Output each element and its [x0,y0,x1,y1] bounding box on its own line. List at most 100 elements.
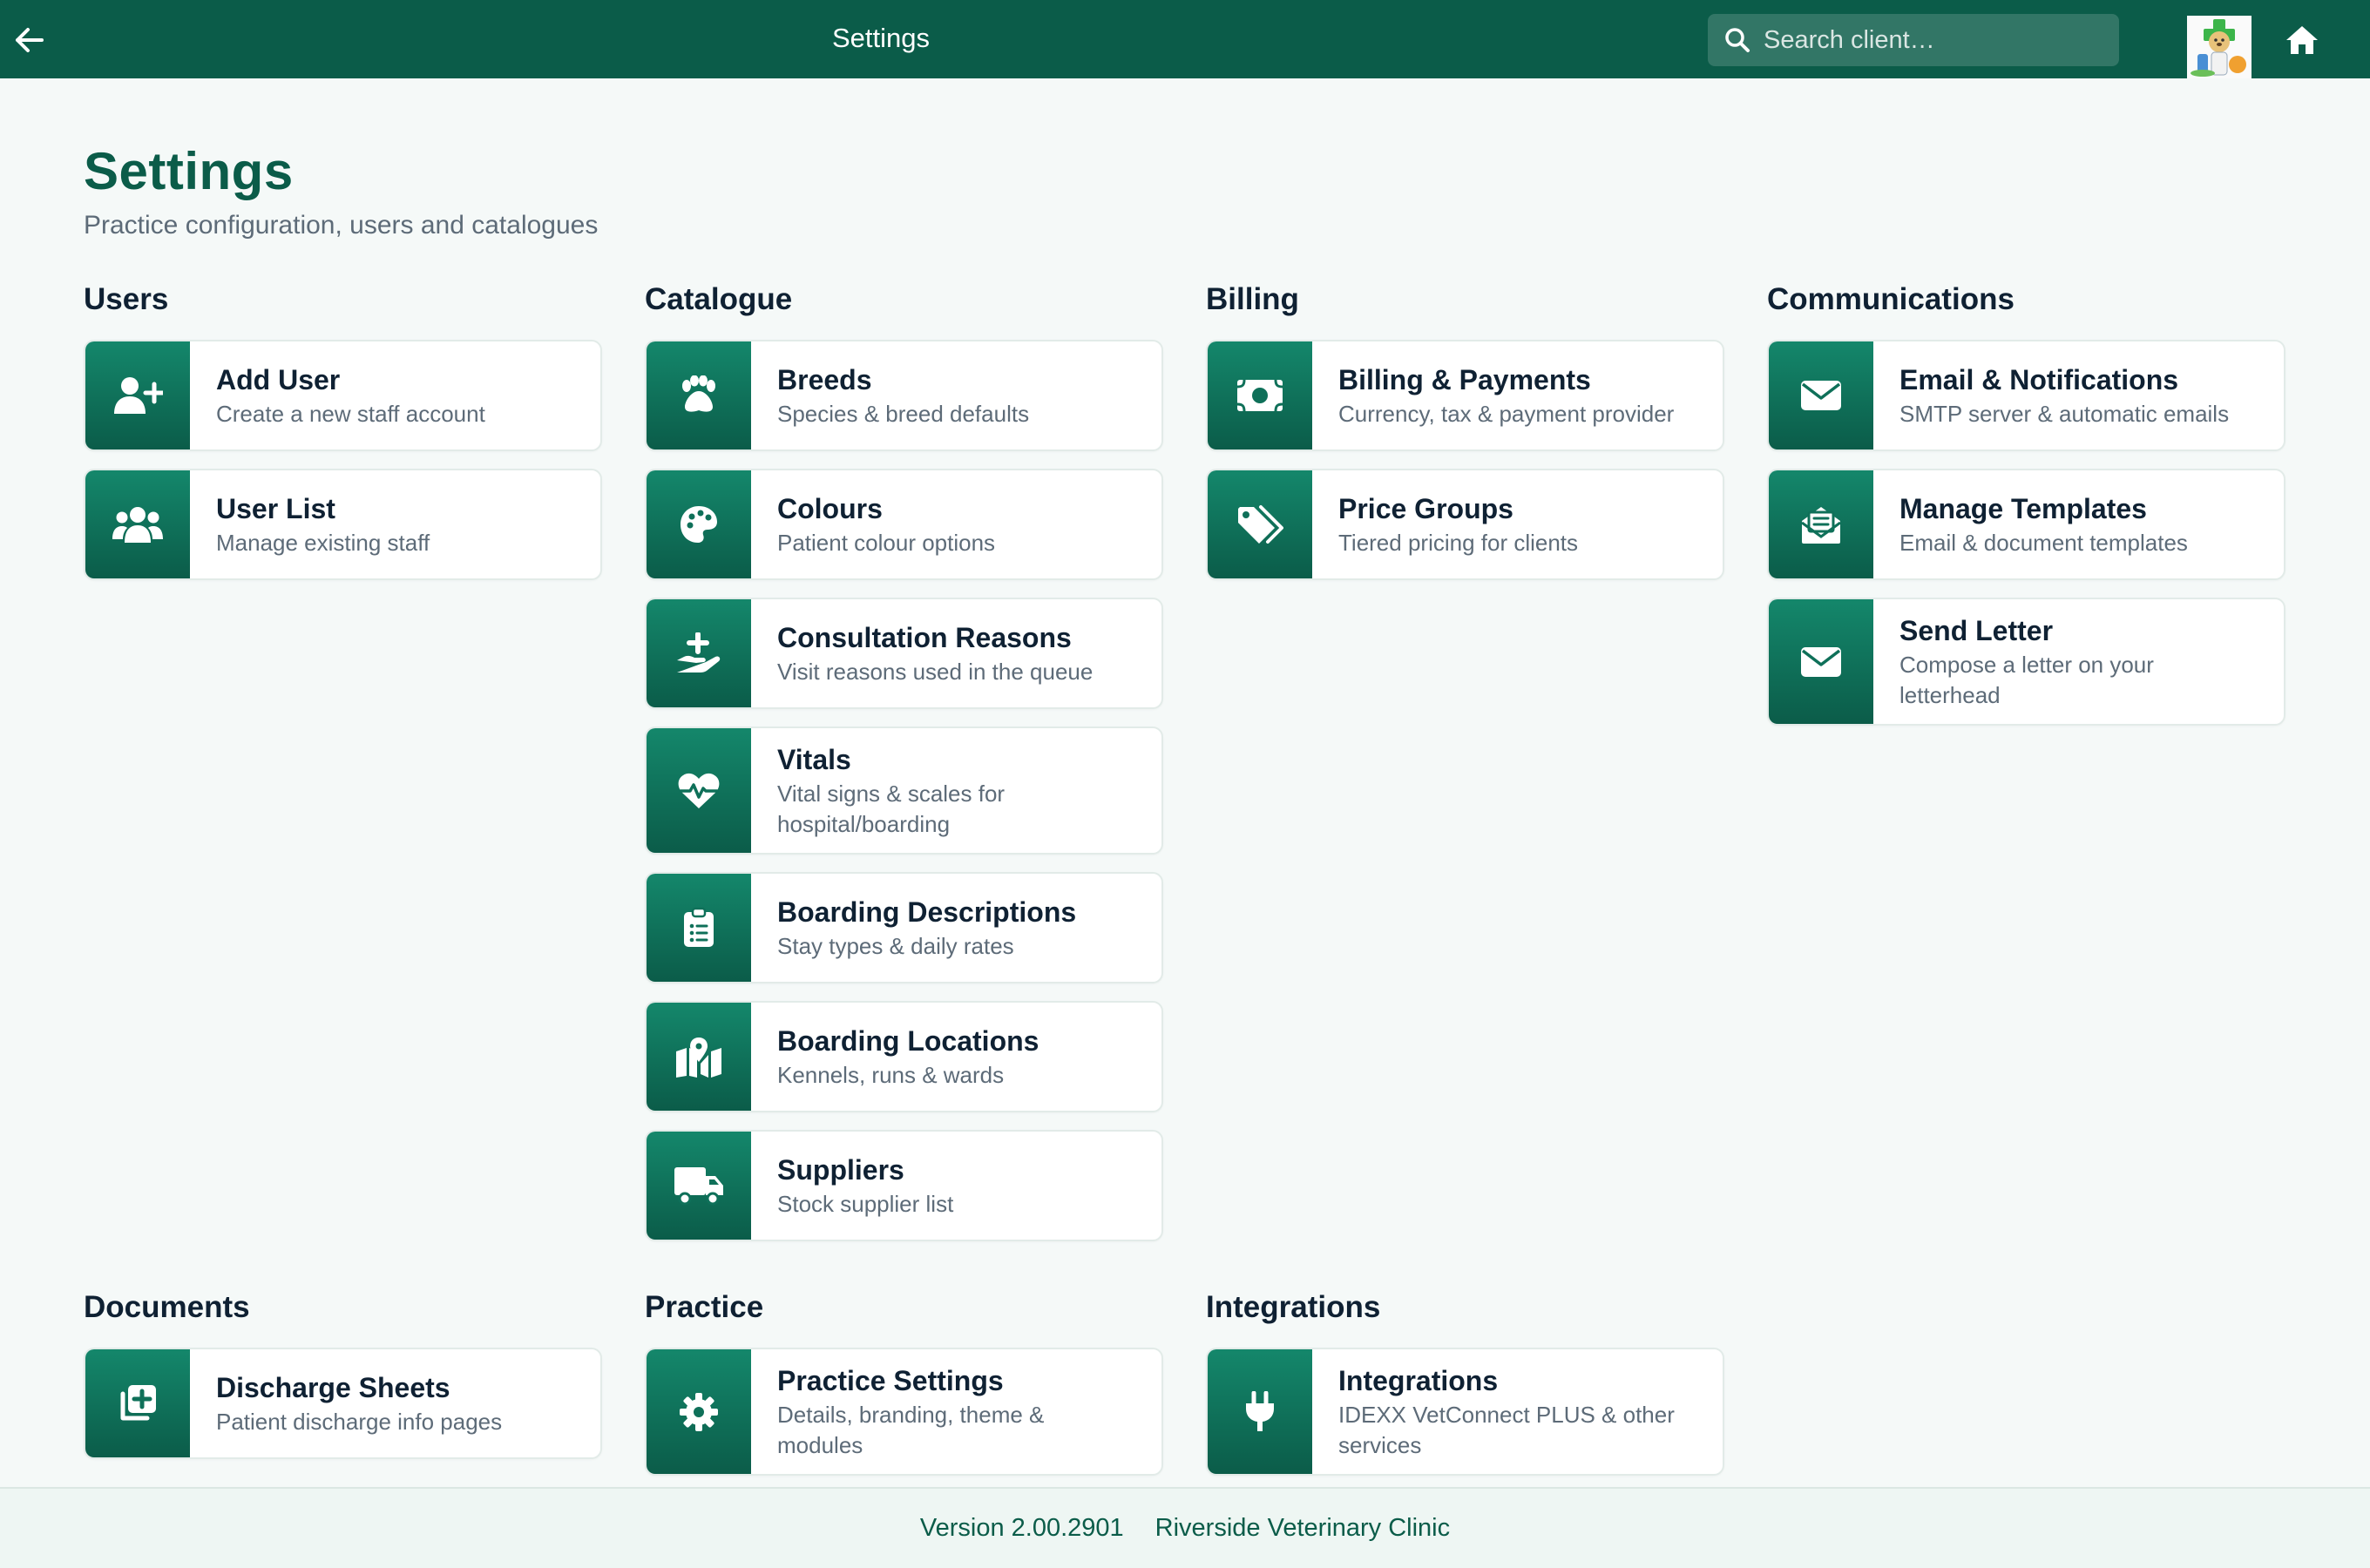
card-breeds[interactable]: Breeds Species & breed defaults [645,340,1163,451]
card-description: Vital signs & scales for hospital/boardi… [777,780,1006,837]
card-title: Integrations [1338,1364,1499,1396]
card-description: Create a new staff account [216,400,485,427]
card-manage-templates[interactable]: Manage Templates Email & document templa… [1767,469,2285,580]
card-description: Patient colour options [777,529,996,556]
plug-icon [1246,1390,1274,1431]
card-integrations[interactable]: Integrations IDEXX VetConnect PLUS & oth… [1206,1348,1724,1476]
hand-medical-icon [677,632,721,672]
card-email-notifications[interactable]: Email & Notifications SMTP server & auto… [1767,340,2285,451]
card-icon-box [1769,470,1873,578]
user-plus-icon [114,377,163,414]
file-medical-icon [120,1385,156,1421]
card-icon-box [1208,470,1312,578]
section-title: Billing [1206,282,1299,316]
card-description: Email & document templates [1899,529,2188,556]
section-title: Practice [645,1290,764,1324]
section-communications: Communications Email & Notifications SMT… [1767,279,2285,743]
home-button[interactable] [2283,23,2321,57]
card-icon-box [647,728,751,853]
card-title: Boarding Locations [777,1024,1039,1057]
search-icon [1725,28,1750,52]
truck-icon [674,1167,723,1206]
envelope-icon [1801,646,1841,677]
palette-icon [681,506,717,543]
clinic-logo-icon [2187,16,2252,78]
card-boarding-locations[interactable]: Boarding Locations Kennels, runs & wards [645,1001,1163,1112]
card-description: Details, branding, theme & modules [777,1401,1045,1458]
card-description: SMTP server & automatic emails [1899,400,2230,427]
card-icon-box [85,470,190,578]
card-title: Send Letter [1899,614,2054,646]
card-description: Visit reasons used in the queue [777,658,1094,685]
card-description: Compose a letter on your letterhead [1899,651,2154,708]
section-title: Integrations [1206,1290,1381,1324]
card-title: Consultation Reasons [777,621,1072,653]
card-title: Boarding Descriptions [777,896,1077,928]
card-colours[interactable]: Colours Patient colour options [645,469,1163,580]
section-users: Users Add User Create a new staff accoun… [84,279,602,598]
card-price-groups[interactable]: Price Groups Tiered pricing for clients [1206,469,1724,580]
card-description: Manage existing staff [216,529,430,556]
card-discharge-sheets[interactable]: Discharge Sheets Patient discharge info … [84,1348,602,1459]
envelope-open-text-icon [1801,507,1841,544]
card-icon-box [647,1003,751,1111]
card-add-user[interactable]: Add User Create a new staff account [84,340,602,451]
back-button[interactable] [12,23,47,57]
card-description: Species & breed defaults [777,400,1030,427]
map-location-icon [676,1037,721,1078]
card-title: Manage Templates [1899,492,2147,524]
clinic-name: Riverside Veterinary Clinic [1155,1514,1451,1542]
card-icon-box [1208,1349,1312,1474]
card-boarding-descriptions[interactable]: Boarding Descriptions Stay types & daily… [645,872,1163,983]
card-description: IDEXX VetConnect PLUS & other services [1338,1401,1675,1458]
users-icon [112,507,163,543]
card-title: Suppliers [777,1153,904,1186]
section-practice: Practice Practice Settings Details, bran… [645,1287,1163,1493]
card-title: Add User [216,363,341,395]
card-title: Price Groups [1338,492,1513,524]
card-title: Billing & Payments [1338,363,1591,395]
card-send-letter[interactable]: Send Letter Compose a letter on your let… [1767,598,2285,726]
card-icon-box [647,1349,751,1474]
card-icon-box [647,341,751,449]
card-title: User List [216,492,335,524]
footer: Version 2.00.2901 Riverside Veterinary C… [0,1487,2370,1568]
card-icon-box [1208,341,1312,449]
top-bar: Settings [0,0,2370,78]
card-description: Stock supplier list [777,1190,954,1217]
avatar[interactable] [2187,16,2252,78]
card-description: Stay types & daily rates [777,932,1014,959]
card-suppliers[interactable]: Suppliers Stock supplier list [645,1130,1163,1241]
card-description: Patient discharge info pages [216,1408,503,1435]
section-title: Catalogue [645,282,793,316]
search-input[interactable] [1764,25,2119,55]
section-title: Users [84,282,169,316]
card-title: Colours [777,492,883,524]
card-icon-box [647,599,751,707]
tags-icon [1238,505,1283,544]
card-icon-box [647,470,751,578]
envelope-icon [1801,381,1841,410]
page-title: Settings [84,142,294,200]
card-icon-box [1769,599,1873,724]
section-documents: Documents Discharge Sheets Patient disch… [84,1287,602,1477]
arrow-left-icon [16,28,44,52]
page-subtitle: Practice configuration, users and catalo… [84,211,599,240]
card-icon-box [647,1132,751,1240]
card-title: Discharge Sheets [216,1371,450,1403]
version-text: Version 2.00.2901 [919,1514,1124,1542]
card-consultation-reasons[interactable]: Consultation Reasons Visit reasons used … [645,598,1163,709]
clipboard-list-icon [684,907,714,947]
heart-pulse-icon [678,773,720,808]
card-vitals[interactable]: Vitals Vital signs & scales for hospital… [645,727,1163,855]
card-description: Currency, tax & payment provider [1338,400,1675,427]
card-practice-settings[interactable]: Practice Settings Details, branding, the… [645,1348,1163,1476]
home-icon [2286,26,2318,54]
card-billing-payments[interactable]: Billing & Payments Currency, tax & payme… [1206,340,1724,451]
card-title: Breeds [777,363,872,395]
section-billing: Billing Billing & Payments Currency, tax… [1206,279,1724,598]
card-user-list[interactable]: User List Manage existing staff [84,469,602,580]
client-search[interactable] [1708,14,2119,66]
money-bill-icon [1236,379,1283,412]
section-title: Communications [1767,282,2014,316]
